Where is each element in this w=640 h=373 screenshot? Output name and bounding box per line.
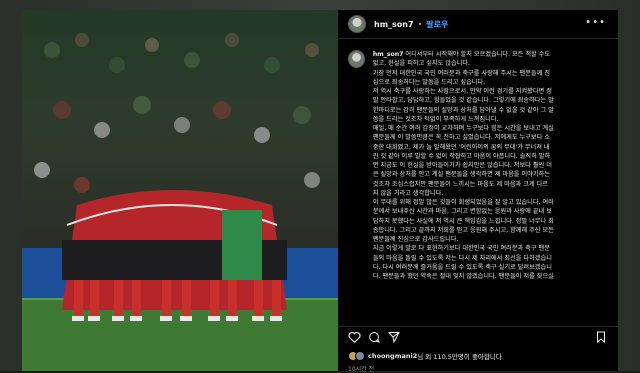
caption-line: 린 것 같아 이루 말할 수 없이 착잡하고 마음이 아픕니다. 솔직히 말하 — [372, 152, 551, 160]
caption-line: 것조차 조심스럽지만 팬분들이 느끼시는 마음도 제 마음과 크게 다르 — [372, 180, 548, 188]
follow-button[interactable]: 팔로우 — [426, 19, 448, 30]
comment-icon[interactable] — [368, 331, 380, 346]
caption-line: 큰 실망과 상처를 안고 계실 팬분들을 생각하면 제 마음을 이야기하는 — [372, 171, 550, 179]
caption-line: 면 지금도 이 현실을 받아들이기가 쉽지만은 않습니다. 저보다 훨씬 더 — [372, 162, 552, 169]
separator-dot: • — [417, 19, 423, 29]
caption-line: 가장 먼저 대한민국 국민 여러분과 축구를 사랑해 주시는 팬분들께 진 — [372, 69, 550, 77]
caption-line: 중한 대회였고, 제가 늘 말해왔던 '어린아이의 꿈의 무대'가 무너져 내 — [372, 143, 550, 151]
caption-username[interactable]: hm_son7 — [373, 51, 404, 58]
post-timestamp: 10시간 전 — [348, 366, 375, 373]
avatar[interactable] — [348, 15, 366, 33]
caption-line: 다. 팬분들과 했던 약속은 절대 잊지 않겠습니다. 팬분들이 저를 찾으실 — [372, 273, 554, 280]
caption-line: 팬분들께 진심으로 감사드립니다. — [372, 236, 459, 243]
likes-count-text[interactable]: 님 외 110.5만명이 좋아합니다 — [417, 351, 502, 361]
post-sidebar: hm_son7 • 팔로우 ••• hm_son7 어디서부터 시작해야 할지 … — [338, 10, 618, 373]
liker-avatar[interactable] — [355, 351, 365, 361]
post-username[interactable]: hm_son7 — [374, 20, 414, 29]
team-huddle-photo — [22, 10, 338, 371]
caption-text: hm_son7 어디서부터 시작해야 할지 모르겠습니다. 모든 척할 수도없고… — [373, 50, 610, 281]
caption-avatar[interactable] — [348, 50, 365, 68]
caption-line: 매일, 매 순간 여러 감정이 교차하며 누구보다 힘든 시간을 보내고 계실 — [372, 125, 554, 132]
post-caption: hm_son7 어디서부터 시작해야 할지 모르겠습니다. 모든 척할 수도없고… — [348, 50, 610, 315]
post-header: hm_son7 • 팔로우 ••• — [338, 10, 618, 39]
send-icon[interactable] — [387, 331, 400, 346]
caption-line: 없고, 현실을 피하고 싶지도 않습니다. — [372, 60, 471, 68]
caption-line: 들의 마음을 돌릴 수 있도록 저는 다시 제 자리에서 최선을 다하겠습니 — [372, 254, 552, 262]
likes-summary: choongmani2 님 외 110.5만명이 좋아합니다 — [348, 351, 502, 361]
caption-line: 지 않을 거라고 생각합니다. — [372, 189, 444, 197]
caption-line: 심으로 죄송하다는 말씀을 드리고 싶습니다. — [372, 78, 486, 86]
caption-line: 저 역시 축구를 사랑하는 사람으로서, 만약 이런 경기를 지켜봤다면 정 — [372, 88, 552, 95]
post-image[interactable] — [22, 10, 338, 371]
caption-line: 씀을 드리는 것조차 턱없이 부족하게 느껴집니다. — [372, 115, 499, 123]
bookmark-icon[interactable] — [596, 331, 606, 346]
caption-line: 지금 이렇게 말로 다 표현하기보다 대한민국 국민 여러분과 축구 팬분 — [372, 245, 550, 253]
caption-line: 다. 다시 여러분께 즐거움을 드릴 수 있도록 축구 실기로 달려보겠습니 — [372, 263, 552, 271]
caption-line: 어디서부터 시작해야 할지 모르겠습니다. 모든 척할 수도 — [405, 51, 551, 58]
caption-line: 답하지 못했다는 사실에 저 역시 큰 책임감을 느낍니다. 정말 너무나 죄 — [372, 217, 554, 225]
instagram-post-dialog: hm_son7 • 팔로우 ••• hm_son7 어디서부터 시작해야 할지 … — [22, 10, 618, 373]
caption-line: 한마디로는 감히 팬분들의 실망과 상처를 담아낼 수 없을 것 같아 그 말 — [372, 106, 554, 114]
caption-line: 팬분들께 이 말씀만큼은 꼭 전하고 싶었습니다. 저에게도 누구보다 소 — [372, 134, 550, 142]
caption-line: 이 무대를 위해 정말 많은 것들이 희생되었음을 잘 알고 있습니다. 여러 — [372, 199, 554, 206]
heart-icon[interactable] — [348, 331, 361, 346]
caption-line: 분께서 보내주신 시간과 마음, 그리고 변함없는 응원과 사랑에 끝내 보 — [372, 208, 552, 216]
likes-username[interactable]: choongmani2 — [368, 352, 417, 360]
caption-line: 말 안타깝고, 답답하고, 힘들었을 것 같습니다. 그렇기에 죄송하다는 말 — [372, 97, 554, 105]
more-horizontal-icon[interactable]: ••• — [585, 17, 606, 28]
caption-line: 송합니다. 그리고 끝까지 저희를 믿고 응원해 주시고, 함께해 주신 모든 — [372, 226, 554, 234]
action-bar — [338, 326, 618, 349]
